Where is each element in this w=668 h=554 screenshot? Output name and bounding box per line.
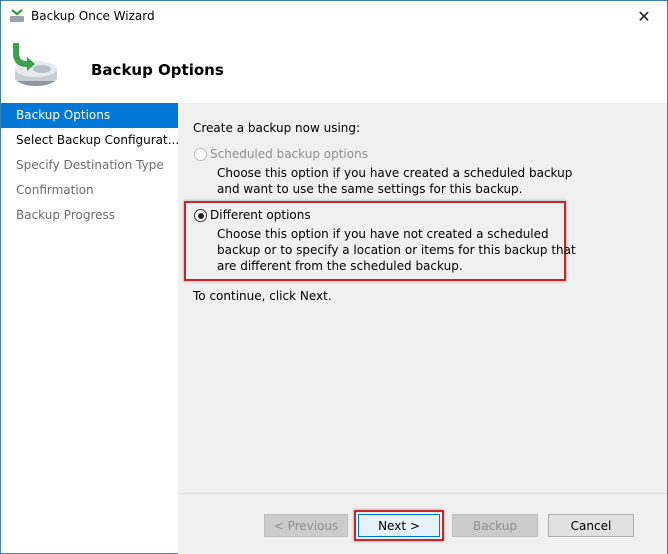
scheduled-options-description: Choose this option if you have created a… [217, 166, 573, 196]
close-icon[interactable]: ✕ [621, 1, 667, 31]
continue-instruction: To continue, click Next. [193, 289, 332, 303]
scheduled-options-label: Scheduled backup options [210, 147, 368, 161]
backup-drive-icon [13, 43, 57, 86]
step-specify-destination-type: Specify Destination Type [16, 158, 164, 172]
wizard-window: Backup Once Wizard ✕ Backup Options Back… [0, 0, 668, 554]
intro-text: Create a backup now using: [193, 121, 361, 135]
wizard-header: Backup Options [1, 31, 667, 103]
radio-selected-dot [197, 212, 204, 219]
previous-button[interactable]: < Previous [264, 514, 348, 537]
next-button[interactable]: Next > [358, 514, 440, 537]
backup-button[interactable]: Backup [452, 514, 538, 537]
different-options-description: Choose this option if you have not creat… [217, 227, 576, 273]
cancel-button[interactable]: Cancel [548, 514, 634, 537]
backup-app-icon [10, 9, 24, 22]
step-select-backup-configuration[interactable]: Select Backup Configurat... [1, 128, 178, 153]
step-backup-progress: Backup Progress [16, 208, 116, 222]
button-bar: < Previous Next > Backup Cancel [178, 493, 667, 554]
window-title: Backup Once Wizard [31, 9, 155, 23]
options-panel: Create a backup now using: Scheduled bac… [178, 103, 667, 493]
step-confirmation: Confirmation [16, 183, 94, 197]
page-title: Backup Options [91, 61, 224, 79]
title-bar: Backup Once Wizard ✕ [1, 1, 667, 31]
wizard-steps-sidebar: Backup Options Select Backup Configurat.… [1, 103, 178, 553]
different-options-radio[interactable] [194, 209, 207, 222]
different-options-label[interactable]: Different options [210, 208, 311, 222]
scheduled-options-radio [194, 148, 207, 161]
step-backup-options[interactable]: Backup Options [1, 103, 178, 128]
